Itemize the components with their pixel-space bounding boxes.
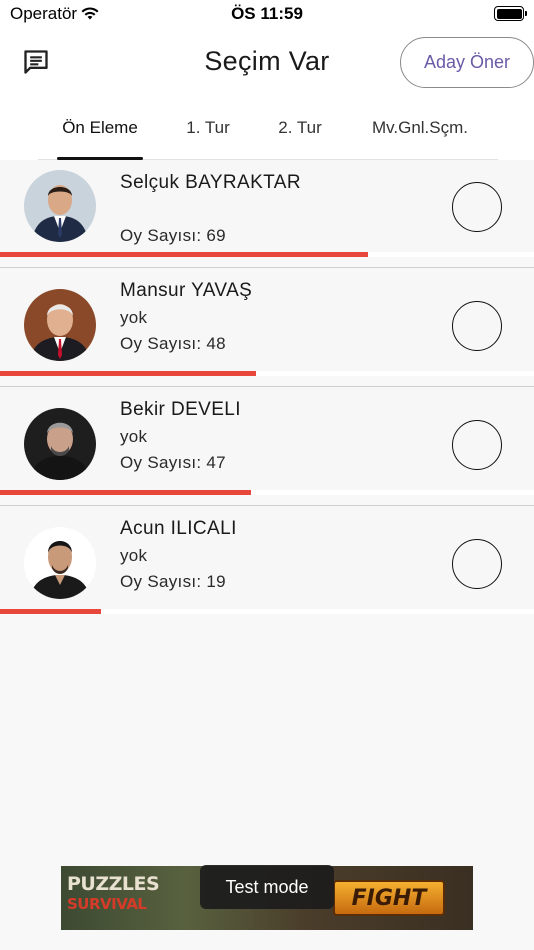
select-radio[interactable] [452, 420, 502, 470]
ad-logo: PUZZLES SURVIVAL [67, 873, 160, 914]
tab-on-eleme[interactable]: Ön Eleme [57, 118, 143, 160]
tab-1-tur[interactable]: 1. Tur [168, 118, 248, 160]
vote-bar [0, 371, 257, 376]
propose-candidate-button[interactable]: Aday Öner [400, 37, 534, 88]
ad-cta-button[interactable]: FIGHT [333, 880, 445, 916]
select-radio[interactable] [452, 182, 502, 232]
vote-bar-track [0, 609, 534, 614]
avatar [24, 408, 96, 480]
test-mode-toast: Test mode [200, 865, 334, 909]
select-radio[interactable] [452, 539, 502, 589]
vote-bar [0, 490, 251, 495]
candidate-card[interactable]: Acun ILICALI yok Oy Sayısı: 19 [0, 506, 534, 625]
avatar [24, 527, 96, 599]
vote-bar-track [0, 252, 534, 257]
status-bar: Operatör ÖS 11:59 [0, 0, 534, 30]
tab-bar: Ön Eleme 1. Tur 2. Tur Mv.Gnl.Sçm. [38, 112, 498, 160]
vote-bar [0, 609, 102, 614]
candidate-list: Selçuk BAYRAKTAR Oy Sayısı: 69 Mansur YA… [0, 160, 534, 625]
candidate-card[interactable]: Selçuk BAYRAKTAR Oy Sayısı: 69 [0, 160, 534, 268]
vote-count: Oy Sayısı: 47 [120, 453, 226, 472]
tab-2-tur[interactable]: 2. Tur [260, 118, 340, 160]
vote-count: Oy Sayısı: 48 [120, 334, 226, 353]
vote-bar-track [0, 490, 534, 495]
avatar [24, 289, 96, 361]
candidate-card[interactable]: Bekir DEVELI yok Oy Sayısı: 47 [0, 387, 534, 506]
candidate-description: yok [120, 427, 148, 446]
vote-count: Oy Sayısı: 69 [120, 226, 226, 245]
clock: ÖS 11:59 [231, 4, 303, 23]
candidate-name: Mansur YAVAŞ [120, 280, 253, 301]
candidate-card[interactable]: Mansur YAVAŞ yok Oy Sayısı: 48 [0, 268, 534, 387]
select-radio[interactable] [452, 301, 502, 351]
ad-logo-line1: PUZZLES [67, 873, 160, 895]
vote-bar-track [0, 371, 534, 376]
ad-logo-line2: SURVIVAL [67, 895, 147, 913]
candidate-description: yok [120, 546, 148, 565]
app-header: Seçim Var Aday Öner Ön Eleme 1. Tur 2. T… [0, 30, 534, 160]
candidate-name: Selçuk BAYRAKTAR [120, 172, 301, 193]
candidate-description: yok [120, 308, 148, 327]
vote-bar [0, 252, 369, 257]
candidate-name: Bekir DEVELI [120, 399, 241, 420]
avatar [24, 170, 96, 242]
battery-icon [494, 6, 527, 21]
vote-count: Oy Sayısı: 19 [120, 572, 226, 591]
tab-mv-gnl-scm[interactable]: Mv.Gnl.Sçm. [360, 118, 480, 160]
candidate-name: Acun ILICALI [120, 518, 237, 539]
